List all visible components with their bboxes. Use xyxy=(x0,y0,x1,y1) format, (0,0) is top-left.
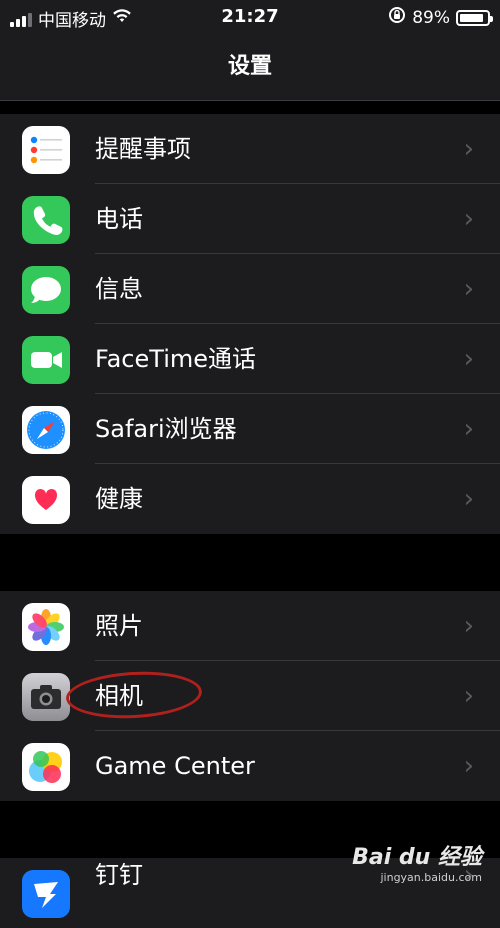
health-icon xyxy=(22,476,70,524)
chevron-right-icon: › xyxy=(463,414,474,444)
settings-row-label: 电话 xyxy=(95,205,143,233)
chevron-right-icon: › xyxy=(463,344,474,374)
chevron-right-icon: › xyxy=(463,204,474,234)
baidu-jingyan-watermark: Bai du 经验 jingyan.baidu.com xyxy=(352,839,482,884)
chevron-right-icon: › xyxy=(463,484,474,514)
settings-row-label: FaceTime通话 xyxy=(95,345,257,373)
watermark-url: jingyan.baidu.com xyxy=(380,871,482,884)
settings-row-messages[interactable]: 信息 › xyxy=(0,254,500,324)
settings-row-label: 钉钉 xyxy=(95,861,143,889)
chevron-right-icon: › xyxy=(463,751,474,781)
settings-row-game-center[interactable]: Game Center › xyxy=(0,731,500,801)
chevron-right-icon: › xyxy=(463,274,474,304)
settings-group-apps-1: 提醒事项 › 电话 › 信息 › FaceTime通话 › Safari浏览器 … xyxy=(0,114,500,534)
settings-row-photos[interactable]: 照片 › xyxy=(0,591,500,661)
watermark-logo: Bai du 经验 xyxy=(352,845,482,870)
settings-row-safari[interactable]: Safari浏览器 › xyxy=(0,394,500,464)
page-title: 设置 xyxy=(227,54,272,79)
settings-row-reminders[interactable]: 提醒事项 › xyxy=(0,114,500,184)
safari-icon xyxy=(22,406,70,454)
settings-row-label: Safari浏览器 xyxy=(95,415,237,443)
dingtalk-icon xyxy=(22,870,70,918)
messages-icon xyxy=(22,266,70,314)
battery-icon xyxy=(456,9,493,26)
settings-row-label: 照片 xyxy=(95,612,143,640)
settings-row-label: 提醒事项 xyxy=(95,135,191,163)
battery-fill xyxy=(460,13,483,22)
reminders-icon xyxy=(22,126,70,174)
photos-icon xyxy=(22,603,70,651)
facetime-icon xyxy=(22,336,70,384)
chevron-right-icon: › xyxy=(463,611,474,641)
phone-icon xyxy=(22,196,70,244)
settings-row-facetime[interactable]: FaceTime通话 › xyxy=(0,324,500,394)
settings-row-phone[interactable]: 电话 › xyxy=(0,184,500,254)
settings-row-label: Game Center xyxy=(95,752,255,780)
settings-row-label: 健康 xyxy=(95,485,143,513)
status-bar: 中国移动 21:27 89% xyxy=(0,0,500,36)
game-center-icon xyxy=(22,743,70,791)
settings-row-label: 信息 xyxy=(95,275,143,303)
rotation-lock-icon xyxy=(388,6,406,29)
chevron-right-icon: › xyxy=(463,681,474,711)
chevron-right-icon: › xyxy=(463,134,474,164)
navigation-bar: 设置 xyxy=(0,36,500,101)
settings-row-health[interactable]: 健康 › xyxy=(0,464,500,534)
battery-percent: 89% xyxy=(412,7,450,28)
status-right: 89% xyxy=(388,6,493,29)
camera-icon xyxy=(22,673,70,721)
